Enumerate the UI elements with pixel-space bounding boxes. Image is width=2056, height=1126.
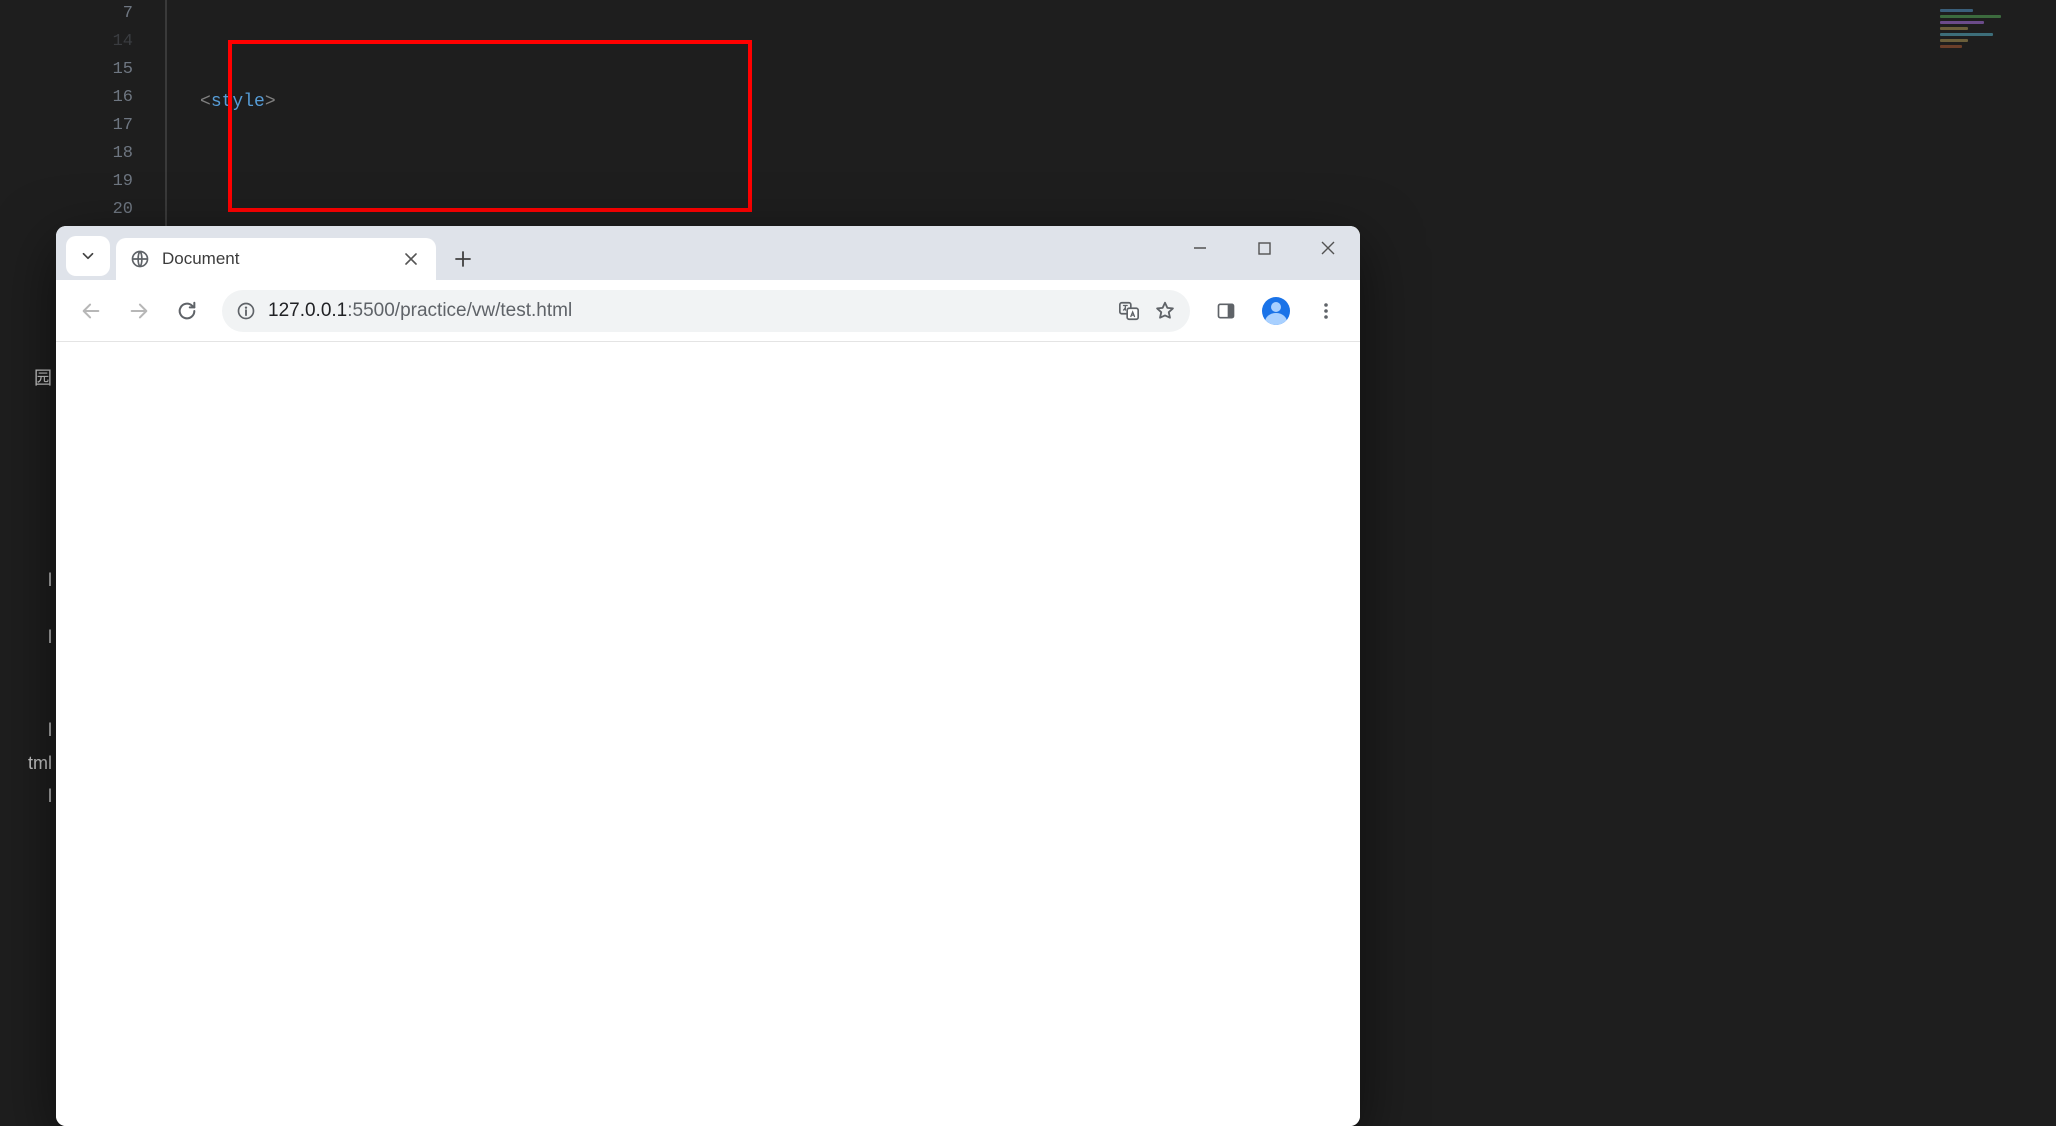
close-tab-button[interactable] [400, 248, 422, 270]
window-controls [1168, 226, 1360, 270]
code-line [200, 200, 668, 228]
sidebar-label: l [0, 621, 56, 654]
browser-window: Document [56, 226, 1360, 1126]
minimize-button[interactable] [1168, 226, 1232, 270]
reload-icon [176, 300, 198, 322]
close-icon [1321, 241, 1335, 255]
info-icon [236, 301, 256, 321]
profile-button[interactable] [1254, 289, 1298, 333]
sidebar-label: l [0, 564, 56, 597]
sidebar-label: l [0, 780, 56, 813]
tab-title: Document [162, 249, 239, 269]
sidebar-label: tml [0, 747, 56, 780]
code-line: <style> [200, 88, 668, 116]
arrow-right-icon [128, 300, 150, 322]
line-number: 20 [0, 196, 133, 224]
site-info-button[interactable] [236, 301, 256, 321]
minimap[interactable] [1940, 6, 2050, 76]
close-icon [405, 253, 417, 265]
chevron-down-icon [79, 247, 97, 265]
maximize-icon [1258, 242, 1271, 255]
forward-button[interactable] [118, 290, 160, 332]
tag-name: style [211, 92, 265, 112]
sidebar-label: 园 [0, 340, 56, 414]
line-number: 7 [0, 0, 133, 28]
search-tabs-button[interactable] [66, 236, 110, 276]
page-viewport[interactable] [56, 342, 1360, 1126]
side-panel-button[interactable] [1204, 289, 1248, 333]
translate-button[interactable] [1118, 300, 1140, 322]
sidebar-label: l [0, 714, 56, 747]
address-bar[interactable]: 127.0.0.1:5500/practice/vw/test.html [222, 290, 1190, 332]
minimize-icon [1193, 241, 1207, 255]
line-number: 14 [0, 28, 133, 56]
line-number: 17 [0, 112, 133, 140]
angle-open: < [200, 92, 211, 112]
translate-icon [1118, 300, 1140, 322]
star-icon [1154, 300, 1176, 322]
browser-tab[interactable]: Document [116, 238, 436, 280]
reload-button[interactable] [166, 290, 208, 332]
line-number: 16 [0, 84, 133, 112]
back-button[interactable] [70, 290, 112, 332]
globe-icon [130, 249, 150, 269]
toolbar-right [1204, 289, 1348, 333]
maximize-button[interactable] [1232, 226, 1296, 270]
plus-icon [455, 251, 471, 267]
angle-close: > [265, 92, 276, 112]
line-number: 18 [0, 140, 133, 168]
kebab-menu-icon [1317, 302, 1335, 320]
close-window-button[interactable] [1296, 226, 1360, 270]
tab-strip: Document [56, 226, 1360, 280]
menu-button[interactable] [1304, 289, 1348, 333]
browser-toolbar: 127.0.0.1:5500/practice/vw/test.html [56, 280, 1360, 342]
arrow-left-icon [80, 300, 102, 322]
url-text: 127.0.0.1:5500/practice/vw/test.html [268, 300, 572, 322]
line-number: 19 [0, 168, 133, 196]
line-number: 15 [0, 56, 133, 84]
bookmark-button[interactable] [1154, 300, 1176, 322]
file-explorer-edge: 园 l l l tml l [0, 340, 56, 813]
side-panel-icon [1216, 301, 1236, 321]
avatar-icon [1262, 297, 1290, 325]
new-tab-button[interactable] [442, 238, 484, 280]
